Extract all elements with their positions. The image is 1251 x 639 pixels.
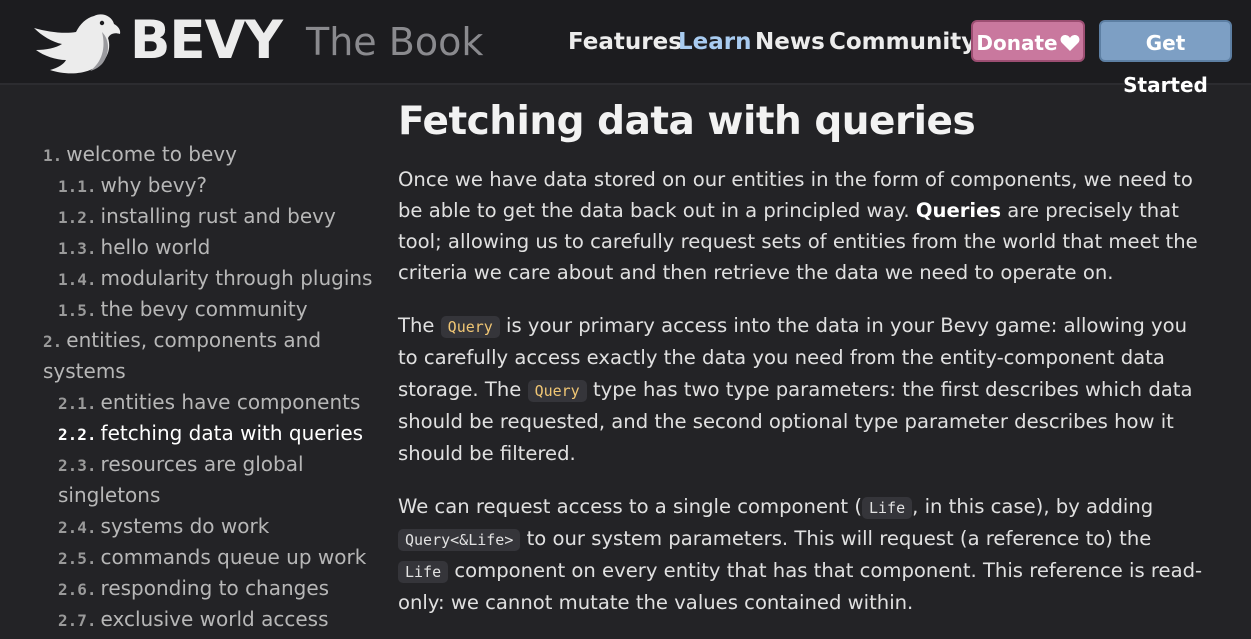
toc-item-resources[interactable]: 2.3. resources are global: [58, 449, 304, 481]
toc-label: hello world: [100, 235, 211, 259]
toc-number: 1.1.: [58, 177, 97, 196]
text-line: The Query is your primary access into th…: [398, 310, 1228, 342]
toc-label: entities have components: [100, 390, 361, 414]
heart-icon: [1060, 34, 1080, 51]
life-paragraph: We can request access to a single compon…: [398, 491, 1228, 619]
nav-features[interactable]: Features: [568, 27, 682, 57]
query-paragraph: The Query is your primary access into th…: [398, 310, 1228, 470]
text-segment: , in this case), by adding: [912, 495, 1154, 518]
text-line: Once we have data stored on our entities…: [398, 168, 1193, 191]
text-segment: be able to get the data back out in a pr…: [398, 199, 916, 222]
nav-news[interactable]: News: [755, 27, 825, 57]
brand-wordmark[interactable]: BEVY: [130, 4, 283, 78]
toc-label: modularity through plugins: [100, 266, 373, 290]
toc-number: 2.7.: [58, 611, 97, 630]
toc-item-ecs[interactable]: 2. entities, components and: [43, 325, 321, 357]
text-line: criteria we care about and then retrieve…: [398, 261, 1114, 284]
toc-number: 1.3.: [58, 239, 97, 258]
toc-label: installing rust and bevy: [100, 204, 336, 228]
text-segment: storage. The: [398, 378, 528, 401]
toc-item-plugins[interactable]: 1.4. modularity through plugins: [58, 263, 372, 295]
toc-item-queries-current[interactable]: 2.2. fetching data with queries: [58, 418, 363, 450]
toc-item-entities[interactable]: 2.1. entities have components: [58, 387, 360, 419]
toc-item-ecs-continued[interactable]: systems: [43, 356, 126, 387]
toc-number: 1.2.: [58, 208, 97, 227]
get-started-button[interactable]: Get Started: [1099, 20, 1232, 97]
text-line: tool; allowing us to carefully request s…: [398, 230, 1198, 253]
inline-code: Query: [440, 316, 500, 338]
toc-number: 2.: [43, 332, 63, 351]
toc-label: the bevy community: [100, 297, 308, 321]
toc-number: 2.6.: [58, 580, 97, 599]
toc-item-systems[interactable]: 2.4. systems do work: [58, 511, 269, 543]
toc-item-why-bevy[interactable]: 1.1. why bevy?: [58, 170, 207, 202]
toc-number: 2.4.: [58, 518, 97, 537]
nav-community[interactable]: Community: [829, 27, 976, 57]
text-segment: component on every entity that has that …: [448, 559, 1203, 582]
toc-number: 2.2.: [58, 425, 97, 444]
text-line: only: we cannot mutate the values contai…: [398, 591, 914, 614]
toc-label: resources are global: [100, 452, 304, 476]
toc-number: 1.4.: [58, 270, 97, 289]
intro-paragraph: Once we have data stored on our entities…: [398, 164, 1228, 288]
nav-learn[interactable]: Learn: [678, 27, 752, 57]
toc-number: 1.5.: [58, 301, 97, 320]
toc-item-changes[interactable]: 2.6. responding to changes: [58, 573, 329, 605]
text-line: should be requested, and the second opti…: [398, 410, 1174, 433]
toc-label: welcome to bevy: [66, 142, 237, 166]
text-line: should be filtered.: [398, 442, 576, 465]
toc-item-welcome[interactable]: 1. welcome to bevy: [43, 139, 237, 171]
toc-label: responding to changes: [100, 576, 330, 600]
toc-number: 2.1.: [58, 394, 97, 413]
text-line: storage. The Query type has two type par…: [398, 374, 1228, 406]
toc-label: systems: [43, 359, 126, 383]
book-title[interactable]: The Book: [306, 17, 483, 67]
text-segment: The: [398, 314, 441, 337]
text-line: be able to get the data back out in a pr…: [398, 195, 1228, 226]
donate-label: Donate: [976, 31, 1058, 55]
toc-item-commands[interactable]: 2.5. commands queue up work: [58, 542, 366, 574]
toc-label: commands queue up work: [100, 545, 367, 569]
toc-item-exclusive[interactable]: 2.7. exclusive world access: [58, 604, 329, 636]
text-line: Query<&Life> to our system parameters. T…: [398, 523, 1228, 555]
toc-label: entities, components and: [66, 328, 322, 352]
page-title: Fetching data with queries: [398, 99, 976, 144]
toc-number: 1.: [43, 146, 63, 165]
text-segment: We can request access to a single compon…: [398, 495, 862, 518]
toc-label: why bevy?: [100, 173, 208, 197]
toc-item-resources-continued[interactable]: singletons: [58, 480, 160, 511]
toc-number: 2.3.: [58, 456, 97, 475]
inline-code: Query<&Life>: [398, 529, 521, 551]
text-segment: are precisely that: [1001, 199, 1179, 222]
inline-code: Query: [527, 380, 587, 402]
toc-label: systems do work: [100, 514, 270, 538]
toc-number: 2.5.: [58, 549, 97, 568]
inline-code: Life: [398, 561, 449, 583]
queries-bold: Queries: [915, 199, 1002, 222]
site-header: BEVY The Book Features Learn News Commun…: [0, 0, 1251, 97]
table-of-contents: 1. welcome to bevy 1.1. why bevy? 1.2. inst…: [0, 85, 385, 639]
toc-item-installing[interactable]: 1.2. installing rust and bevy: [58, 201, 336, 233]
text-line: to carefully access exactly the data you…: [398, 346, 1165, 369]
toc-item-community[interactable]: 1.5. the bevy community: [58, 294, 308, 326]
text-line: We can request access to a single compon…: [398, 491, 1228, 523]
toc-label: fetching data with queries: [100, 421, 364, 445]
inline-code: Life: [861, 497, 913, 519]
text-segment: type has two type parameters: the first …: [586, 378, 1193, 401]
text-line: Life component on every entity that has …: [398, 555, 1228, 587]
donate-button[interactable]: Donate: [971, 20, 1085, 62]
toc-label: exclusive world access: [100, 607, 329, 631]
bevy-bird-logo-icon[interactable]: [32, 10, 122, 76]
toc-item-hello-world[interactable]: 1.3. hello world: [58, 232, 210, 264]
text-segment: is your primary access into the data in …: [499, 314, 1188, 337]
text-segment: to our system parameters. This will requ…: [520, 527, 1152, 550]
toc-label: singletons: [58, 483, 161, 507]
